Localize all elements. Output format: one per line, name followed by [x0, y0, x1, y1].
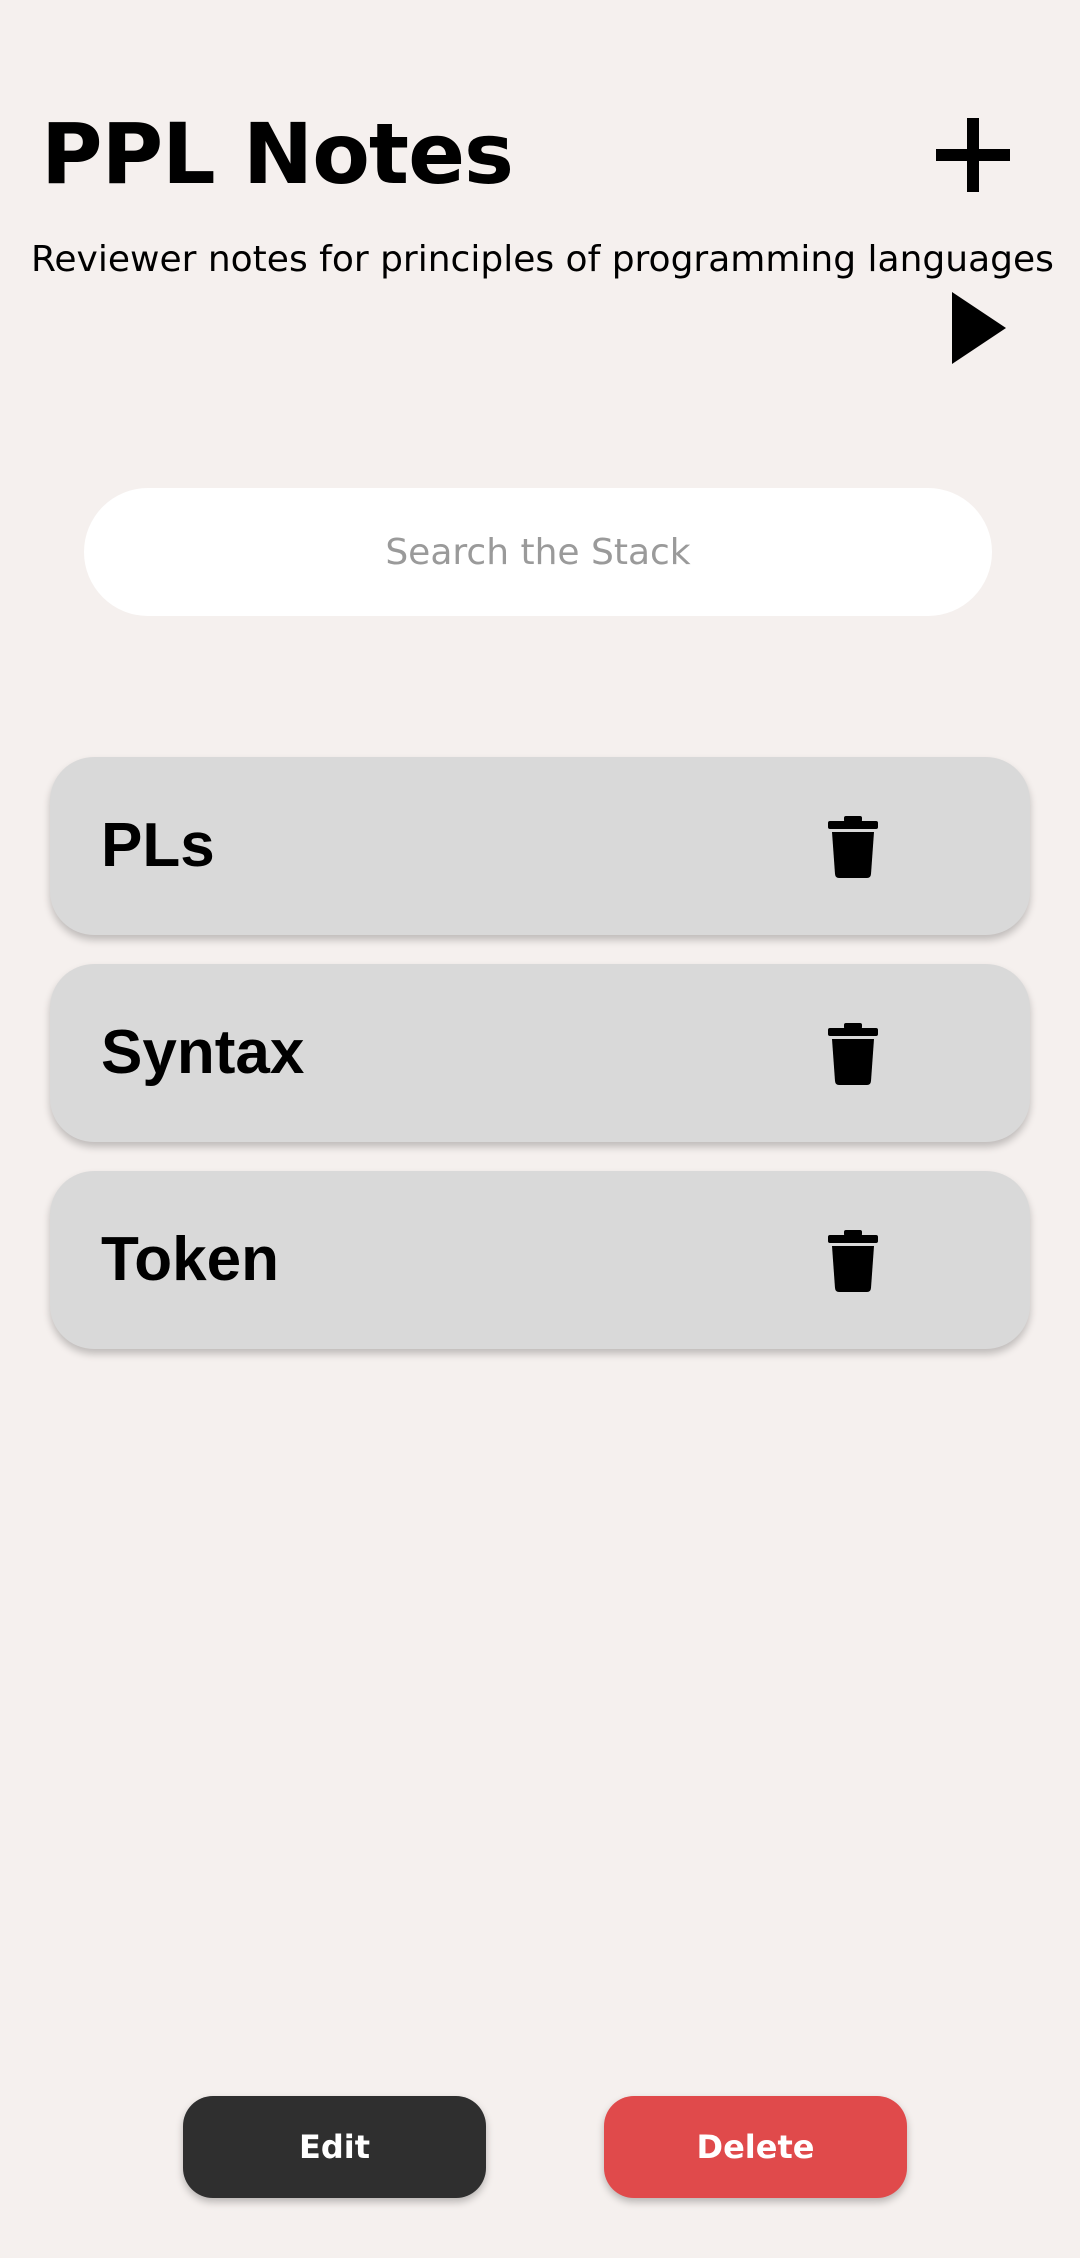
delete-button[interactable]: Delete [604, 2096, 907, 2198]
note-item-label: Syntax [101, 1018, 305, 1087]
play-icon [946, 288, 1010, 368]
note-item-label: PLs [101, 811, 215, 880]
page-title: PPL Notes [41, 105, 514, 203]
search-input[interactable] [84, 488, 992, 616]
note-item-syntax[interactable]: Syntax [50, 964, 1030, 1142]
trash-icon [827, 816, 879, 878]
edit-button[interactable]: Edit [183, 2096, 486, 2198]
plus-icon [928, 110, 1018, 200]
delete-note-button[interactable] [827, 1230, 879, 1292]
add-note-button[interactable] [928, 110, 1018, 200]
play-button[interactable] [946, 288, 1010, 368]
delete-note-button[interactable] [827, 1023, 879, 1085]
trash-icon [827, 1230, 879, 1292]
note-item-token[interactable]: Token [50, 1171, 1030, 1349]
delete-note-button[interactable] [827, 816, 879, 878]
note-item-label: Token [101, 1225, 279, 1294]
page-subtitle: Reviewer notes for principles of program… [31, 239, 1054, 280]
trash-icon [827, 1023, 879, 1085]
note-item-pls[interactable]: PLs [50, 757, 1030, 935]
